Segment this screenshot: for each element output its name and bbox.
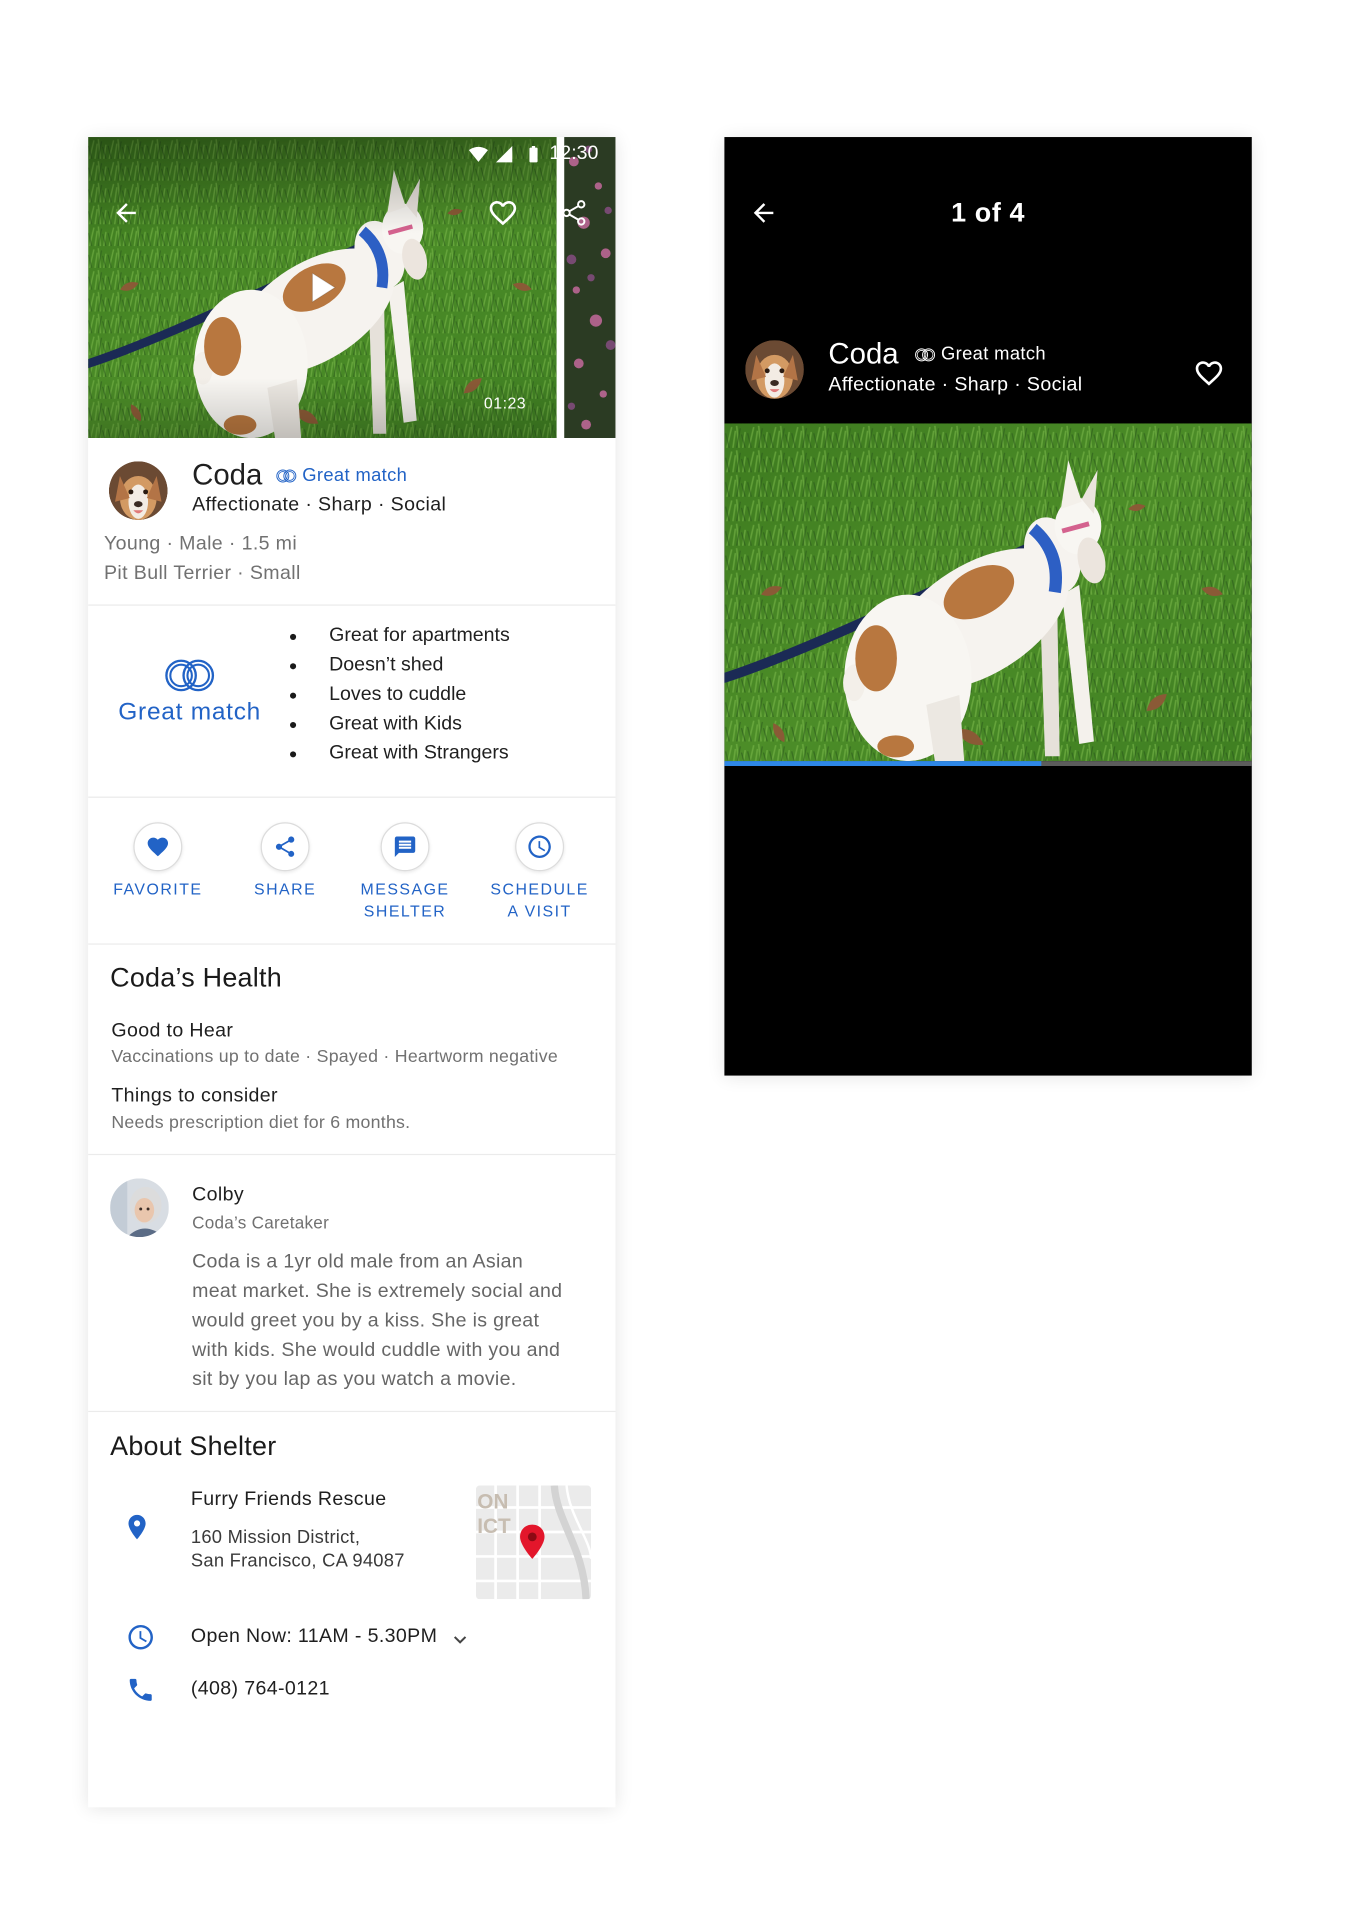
divider (88, 1153, 616, 1156)
divider (88, 943, 616, 945)
schedule-visit-button[interactable]: SCHEDULE A VISIT (478, 822, 600, 932)
flowers-photo (564, 137, 616, 439)
match-badge: Great match (302, 464, 408, 486)
match-label: Great match (118, 698, 262, 726)
video-progress-bar[interactable] (724, 761, 1252, 766)
favorite-button-circle[interactable] (133, 822, 183, 872)
things-to-consider-heading: Things to consider (111, 1085, 278, 1107)
share-label: SHARE (254, 879, 317, 899)
pet-avatar (745, 340, 804, 399)
pet-profile-screen: 01:23 12:30 Coda Great match Affectionat… (88, 137, 616, 1808)
message-icon (394, 836, 416, 857)
media-viewer-screen: 1 of 4 Coda Great match Affectionate · S… (724, 137, 1252, 1076)
share-button[interactable] (559, 198, 588, 227)
caretaker-role: Coda’s Caretaker (192, 1212, 330, 1233)
status-time: 12:30 (549, 143, 599, 164)
list-item: Great with Kids (286, 710, 607, 739)
battery-icon (529, 146, 538, 163)
pet-details-breed-size: Pit Bull Terrier · Small (104, 562, 301, 584)
things-to-consider-text: Needs prescription diet for 6 months. (111, 1113, 411, 1134)
pet-traits: Affectionate · Sharp · Social (828, 374, 1083, 396)
map-street-label: ICT (477, 1515, 511, 1538)
shelter-phone-link[interactable]: (408) 764-0121 (191, 1678, 330, 1702)
match-rings-icon (915, 348, 936, 362)
about-shelter-title: About Shelter (110, 1430, 277, 1462)
video-duration: 01:23 (483, 394, 527, 413)
share-icon (562, 200, 586, 226)
signal-icon (495, 146, 513, 163)
video-progress-fill (724, 761, 1041, 766)
message-button-circle[interactable] (380, 822, 430, 872)
play-icon (311, 272, 336, 303)
map-street-label: ON (477, 1491, 508, 1514)
caretaker-name: Colby (192, 1184, 245, 1206)
good-to-hear-text: Vaccinations up to date · Spayed · Heart… (111, 1047, 558, 1068)
shelter-address-line2[interactable]: San Francisco, CA 94087 (191, 1549, 405, 1572)
caretaker-avatar (110, 1178, 169, 1238)
match-rings-icon (165, 659, 215, 692)
share-action-button[interactable]: SHARE (224, 822, 346, 932)
divider (88, 604, 616, 606)
phone-icon (129, 1678, 152, 1701)
favorite-toggle[interactable] (487, 197, 519, 229)
heart-outline-icon (1193, 357, 1225, 389)
list-item: Doesn’t shed (286, 651, 607, 680)
shelter-name[interactable]: Furry Friends Rescue (191, 1488, 387, 1512)
clock-icon (528, 835, 551, 858)
dog-photo (724, 423, 1251, 761)
video-player[interactable] (724, 423, 1251, 761)
pet-name: Coda (192, 458, 263, 492)
good-to-hear-heading: Good to Hear (111, 1020, 234, 1042)
pet-traits: Affectionate · Sharp · Social (192, 494, 447, 516)
chevron-down-icon (453, 1636, 467, 1644)
favorite-label: FAVORITE (113, 879, 203, 899)
viewer-favorite-toggle[interactable] (1193, 357, 1225, 389)
list-item: Great with Strangers (286, 739, 607, 768)
share-button-circle[interactable] (260, 822, 310, 872)
pet-avatar (109, 461, 168, 520)
match-badge: Great match (940, 343, 1047, 365)
health-title: Coda’s Health (110, 961, 282, 993)
shelter-map-thumbnail[interactable]: ON ICT (475, 1485, 592, 1600)
wifi-icon (468, 146, 488, 162)
heart-outline-icon (487, 197, 519, 229)
schedule-button-circle[interactable] (515, 822, 565, 872)
stage: 01:23 12:30 Coda Great match Affectionat… (0, 0, 1346, 1926)
location-pin-icon (128, 1514, 146, 1540)
share-icon (275, 836, 295, 857)
match-highlights-list: Great for apartments Doesn’t shed Loves … (286, 622, 607, 769)
next-photo-thumbnail[interactable] (564, 137, 616, 439)
hours-expand-toggle[interactable] (448, 1627, 472, 1651)
match-rings-icon (276, 469, 297, 483)
back-button[interactable] (111, 198, 140, 227)
message-shelter-label: MESSAGE SHELTER (360, 879, 450, 921)
clock-icon (128, 1624, 153, 1650)
media-counter: 1 of 4 (951, 197, 1026, 228)
play-button[interactable] (296, 263, 345, 312)
list-item: Loves to cuddle (286, 680, 607, 709)
divider (88, 1410, 616, 1413)
message-shelter-button[interactable]: MESSAGE SHELTER (344, 822, 466, 932)
divider (88, 796, 616, 798)
schedule-visit-label: SCHEDULE A VISIT (490, 879, 589, 921)
pet-details-age-sex-distance: Young · Male · 1.5 mi (104, 533, 298, 555)
shelter-hours[interactable]: Open Now: 11AM - 5.30PM (191, 1625, 437, 1649)
heart-icon (147, 837, 169, 857)
back-arrow-icon (111, 198, 140, 227)
pet-name: Coda (828, 337, 899, 371)
favorite-button[interactable]: FAVORITE (97, 822, 219, 932)
list-item: Great for apartments (286, 622, 607, 651)
hero-video[interactable]: 01:23 (88, 137, 557, 439)
shelter-address-line1[interactable]: 160 Mission District, (191, 1526, 360, 1549)
caretaker-bio: Coda is a 1yr old male from an Asian mea… (192, 1251, 563, 1391)
